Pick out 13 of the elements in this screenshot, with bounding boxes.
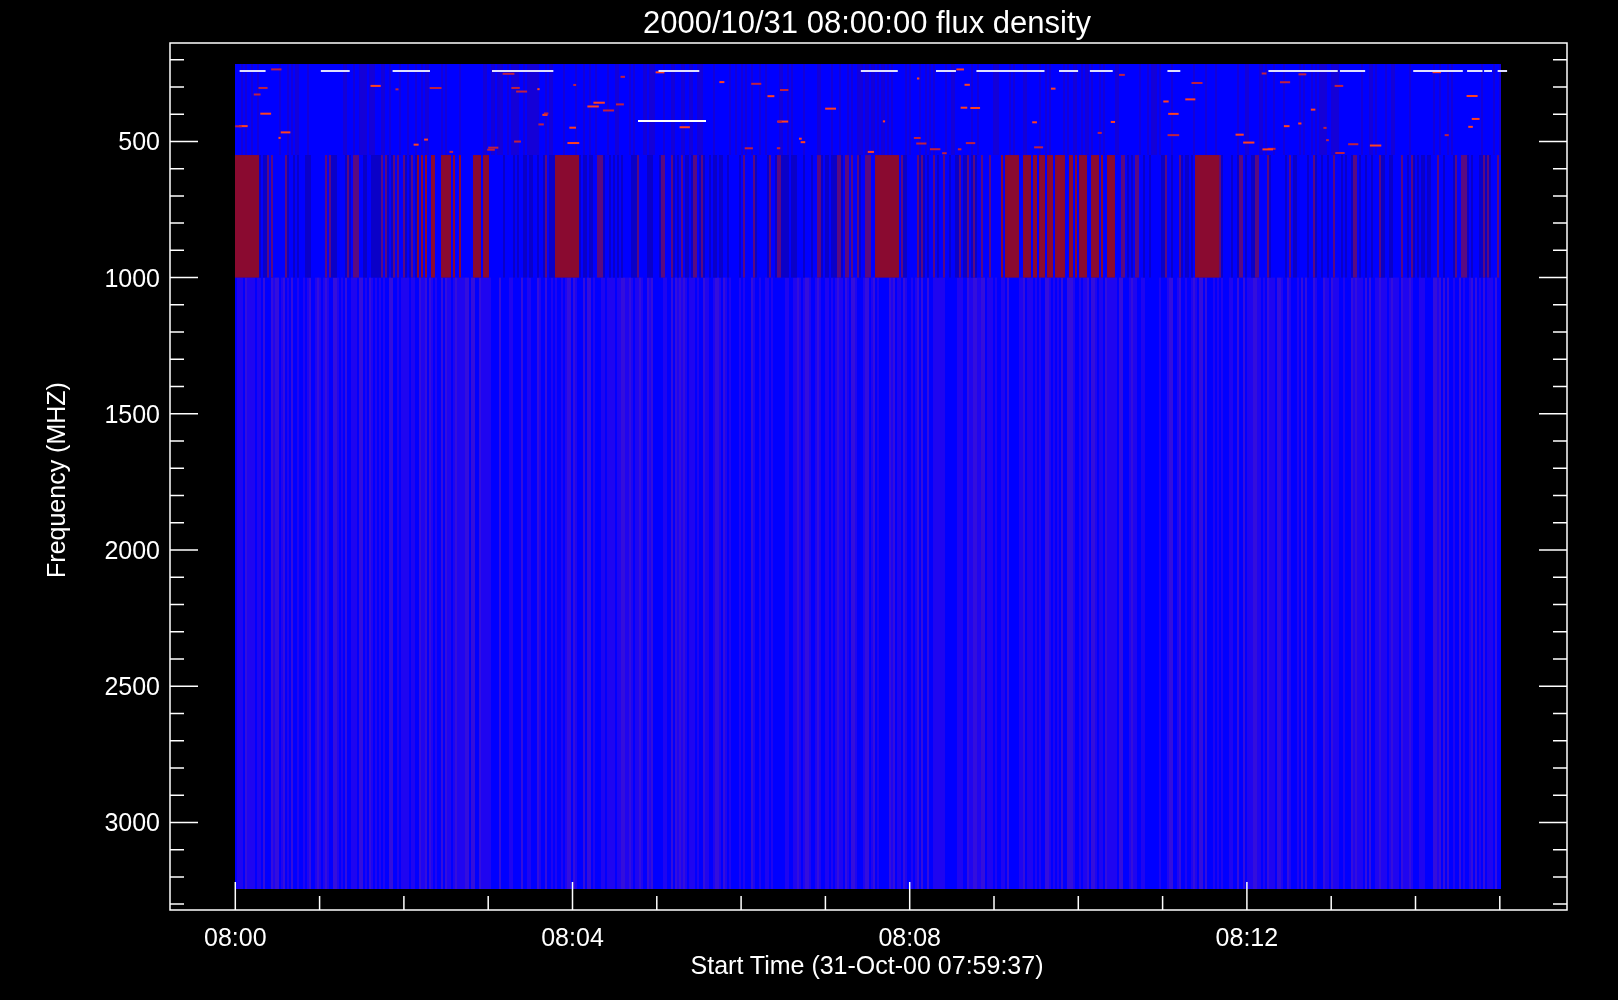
y-tick-label: 1500 bbox=[104, 399, 160, 428]
x-axis-label: Start Time (31-Oct-00 07:59:37) bbox=[690, 951, 1044, 979]
x-tick-label: 08:00 bbox=[204, 923, 267, 951]
y-tick-label: 1000 bbox=[104, 263, 160, 292]
y-axis-label: Frequency (MHZ) bbox=[42, 382, 70, 578]
y-tick-label: 500 bbox=[118, 127, 160, 156]
chart-title: 2000/10/31 08:00:00 flux density bbox=[642, 5, 1092, 40]
y-tick-label: 3000 bbox=[104, 808, 160, 837]
y-tick-label: 2000 bbox=[104, 536, 160, 564]
y-tick-label: 2500 bbox=[104, 672, 160, 701]
x-tick-label: 08:08 bbox=[878, 923, 941, 951]
x-tick-label: 08:04 bbox=[541, 923, 604, 951]
x-tick-label: 08:12 bbox=[1215, 923, 1279, 951]
